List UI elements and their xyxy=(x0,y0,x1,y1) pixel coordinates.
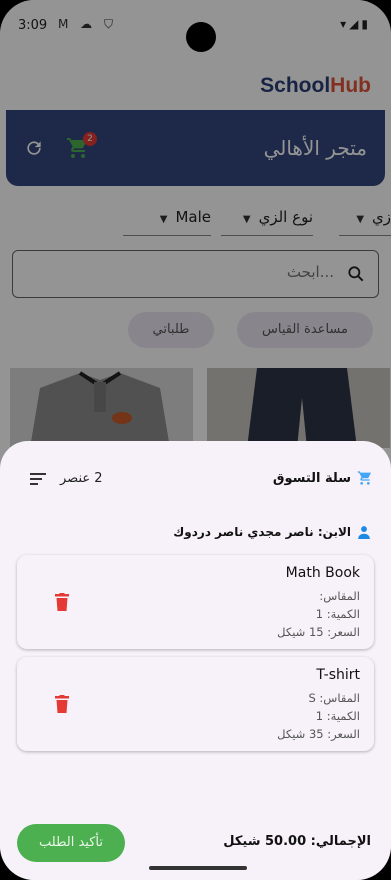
shopping-cart-icon xyxy=(357,471,371,485)
item-name: T-shirt xyxy=(316,667,360,683)
phone-screen: 3:09 M ☁ ⛉ ▾◢▮ SchoolHub متجر الأهالي 2 … xyxy=(0,0,391,880)
item-price: السعر: 35 شيكل xyxy=(277,727,360,741)
item-quantity: الكمية: 1 xyxy=(315,709,360,723)
home-indicator[interactable] xyxy=(149,866,247,870)
order-total: الإجمالي: 50.00 شيكل xyxy=(223,834,371,849)
item-quantity: الكمية: 1 xyxy=(315,607,360,621)
item-price: السعر: 15 شيكل xyxy=(277,625,360,639)
person-icon xyxy=(358,526,370,539)
item-count: 2 عنصر xyxy=(60,471,103,486)
delete-icon[interactable] xyxy=(55,593,69,611)
item-name: Math Book xyxy=(285,565,360,581)
sort-icon[interactable] xyxy=(30,473,46,485)
cart-bottom-sheet: سلة التسوق 2 عنصر الابن: ناصر مجدي ناصر … xyxy=(0,441,391,880)
cart-item-card: Math Book المقاس: الكمية: 1 السعر: 15 شي… xyxy=(17,555,374,649)
cart-item-card: T-shirt المقاس: S الكمية: 1 السعر: 35 شي… xyxy=(17,657,374,751)
child-name: الابن: ناصر مجدي ناصر دردوك xyxy=(173,525,351,539)
item-size: المقاس: xyxy=(319,589,360,603)
delete-icon[interactable] xyxy=(55,695,69,713)
confirm-order-button[interactable]: تأكيد الطلب xyxy=(17,824,125,862)
sheet-title: سلة التسوق xyxy=(272,471,351,486)
item-size: المقاس: S xyxy=(308,691,360,705)
